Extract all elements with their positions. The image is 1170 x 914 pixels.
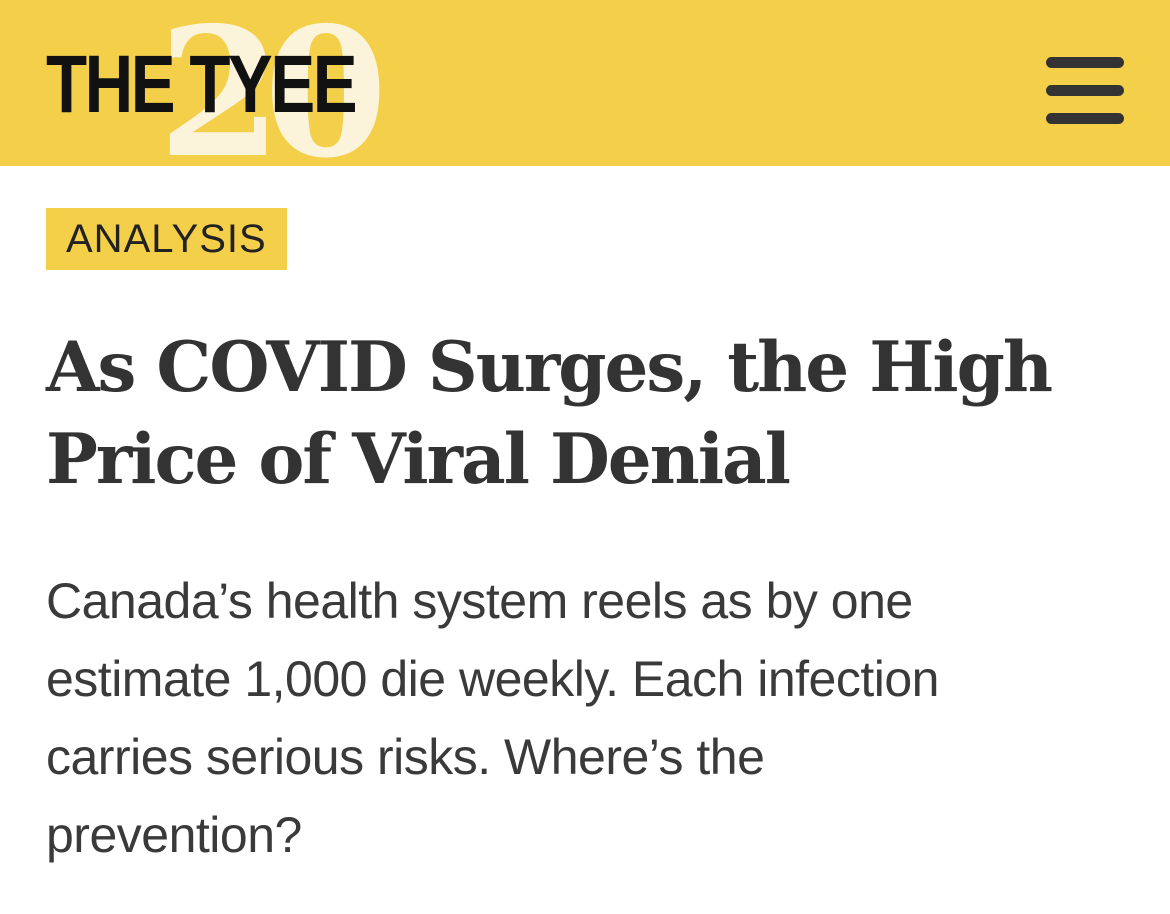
hamburger-menu-icon: [1046, 57, 1124, 68]
site-logo-text: THE TYEE: [46, 39, 358, 130]
dek-line: estimate 1,000 die weekly. Each infectio…: [46, 651, 939, 707]
hamburger-menu-icon-bar: [1046, 113, 1124, 124]
article-headline: As COVID Surges, the High Price of Viral…: [46, 322, 1136, 506]
dek-line: carries serious risks. Where’s the: [46, 729, 765, 785]
site-header: 20 THE TYEE: [0, 0, 1170, 182]
headline-line: Price of Viral Denial: [46, 419, 791, 500]
article-dek: Canada’s health system reels as by one e…: [46, 562, 1126, 874]
site-logo-link[interactable]: 20 THE TYEE: [46, 4, 406, 182]
category-badge[interactable]: ANALYSIS: [46, 208, 287, 270]
menu-button[interactable]: [1040, 54, 1126, 128]
dek-line: prevention?: [46, 807, 302, 863]
headline-line: As COVID Surges, the High: [46, 327, 1053, 408]
dek-line: Canada’s health system reels as by one: [46, 573, 913, 629]
hamburger-menu-icon-bar: [1046, 85, 1124, 96]
